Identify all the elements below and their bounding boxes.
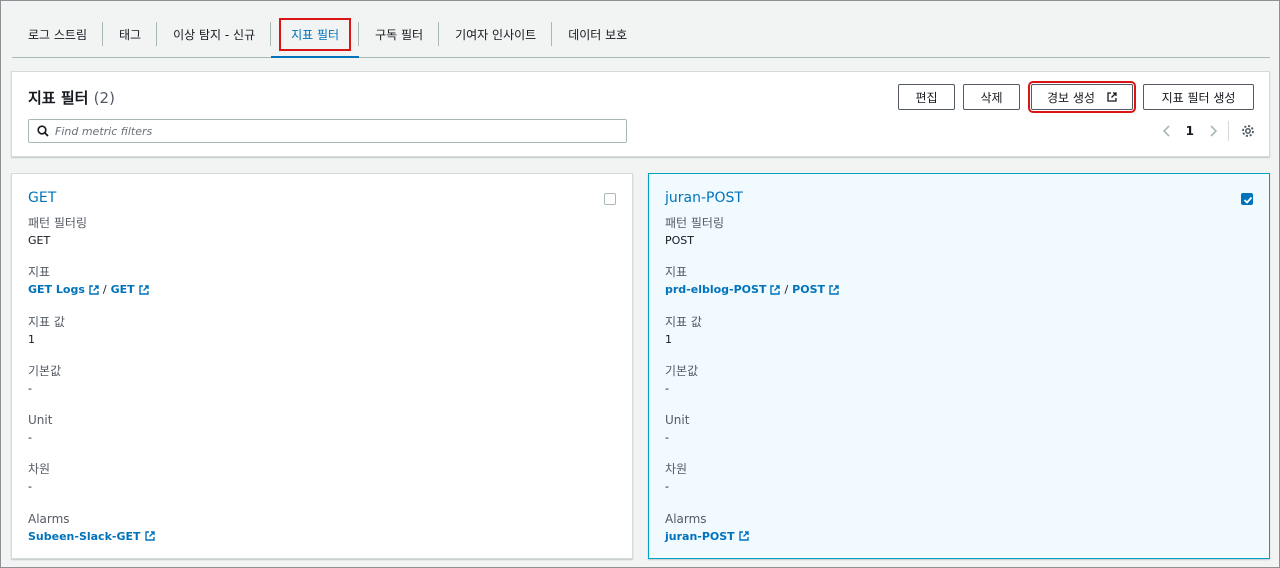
alarm-link[interactable]: Subeen-Slack-GET [28, 528, 155, 545]
metric-namespace-link[interactable]: GET Logs [28, 281, 99, 298]
unit-value: - [665, 431, 669, 445]
chevron-right-icon[interactable] [1208, 124, 1218, 138]
external-link-icon [738, 531, 749, 541]
metric-filters-header: 지표 필터 (2) 편집 삭제 경보 생성 지표 필터 생성 1 [11, 71, 1270, 157]
metric-filter-card-selected: juran-POST 패턴 필터링 POST 지표 prd-elblog-POS… [648, 173, 1270, 559]
tab-contributor-insights[interactable]: 기여자 인사이트 [439, 14, 553, 54]
external-link-icon [144, 531, 155, 541]
page-title: 지표 필터 (2) [28, 89, 115, 107]
metric-filter-card: GET 패턴 필터링 GET 지표 GET Logs / GET 지표 값 1 … [11, 173, 633, 559]
external-link-icon [770, 285, 781, 295]
metric-value: 1 [28, 332, 35, 346]
filter-pattern: POST [665, 234, 694, 247]
external-link-icon [829, 285, 839, 295]
alarm-link[interactable]: juran-POST [665, 528, 749, 545]
create-alarm-button[interactable]: 경보 생성 [1028, 81, 1136, 113]
dimension-value: - [665, 480, 669, 494]
search-icon [37, 125, 49, 137]
search-box [28, 119, 627, 143]
checkmark-icon [1243, 196, 1253, 204]
unit-value: - [28, 431, 32, 445]
pagination: 1 [1162, 120, 1255, 142]
search-input[interactable] [55, 124, 615, 138]
external-link-icon [89, 285, 99, 295]
edit-button[interactable]: 편집 [898, 84, 955, 110]
tab-bar: 로그 스트림 태그 이상 탐지 - 신규 지표 필터 구독 필터 기여자 인사이… [12, 14, 1270, 58]
select-checkbox[interactable] [1241, 193, 1253, 205]
select-checkbox[interactable] [604, 193, 616, 205]
default-value: - [665, 381, 669, 395]
tab-subscription-filters[interactable]: 구독 필터 [359, 14, 440, 54]
filter-pattern: GET [28, 234, 51, 247]
metric-value: 1 [665, 332, 672, 346]
tab-metric-filters[interactable]: 지표 필터 [271, 14, 360, 58]
tab-log-streams[interactable]: 로그 스트림 [12, 14, 104, 54]
tab-tags[interactable]: 태그 [103, 14, 158, 54]
metric-name-link[interactable]: GET [111, 281, 149, 298]
metric-name-link[interactable]: POST [792, 281, 839, 298]
delete-button[interactable]: 삭제 [963, 84, 1020, 110]
default-value: - [28, 381, 32, 395]
external-link-icon [138, 285, 149, 295]
create-metric-filter-button[interactable]: 지표 필터 생성 [1143, 84, 1254, 110]
dimension-value: - [28, 480, 32, 494]
tab-anomaly-detection[interactable]: 이상 탐지 - 신규 [157, 14, 272, 54]
current-page[interactable]: 1 [1186, 124, 1194, 138]
metric-namespace-link[interactable]: prd-elblog-POST [665, 281, 781, 298]
filter-name[interactable]: GET [28, 190, 56, 206]
filter-count: (2) [93, 89, 115, 107]
gear-icon[interactable] [1241, 124, 1255, 138]
tab-data-protection[interactable]: 데이터 보호 [552, 14, 643, 54]
external-link-icon [1107, 92, 1117, 102]
chevron-left-icon[interactable] [1162, 124, 1172, 138]
filter-name[interactable]: juran-POST [665, 190, 743, 206]
